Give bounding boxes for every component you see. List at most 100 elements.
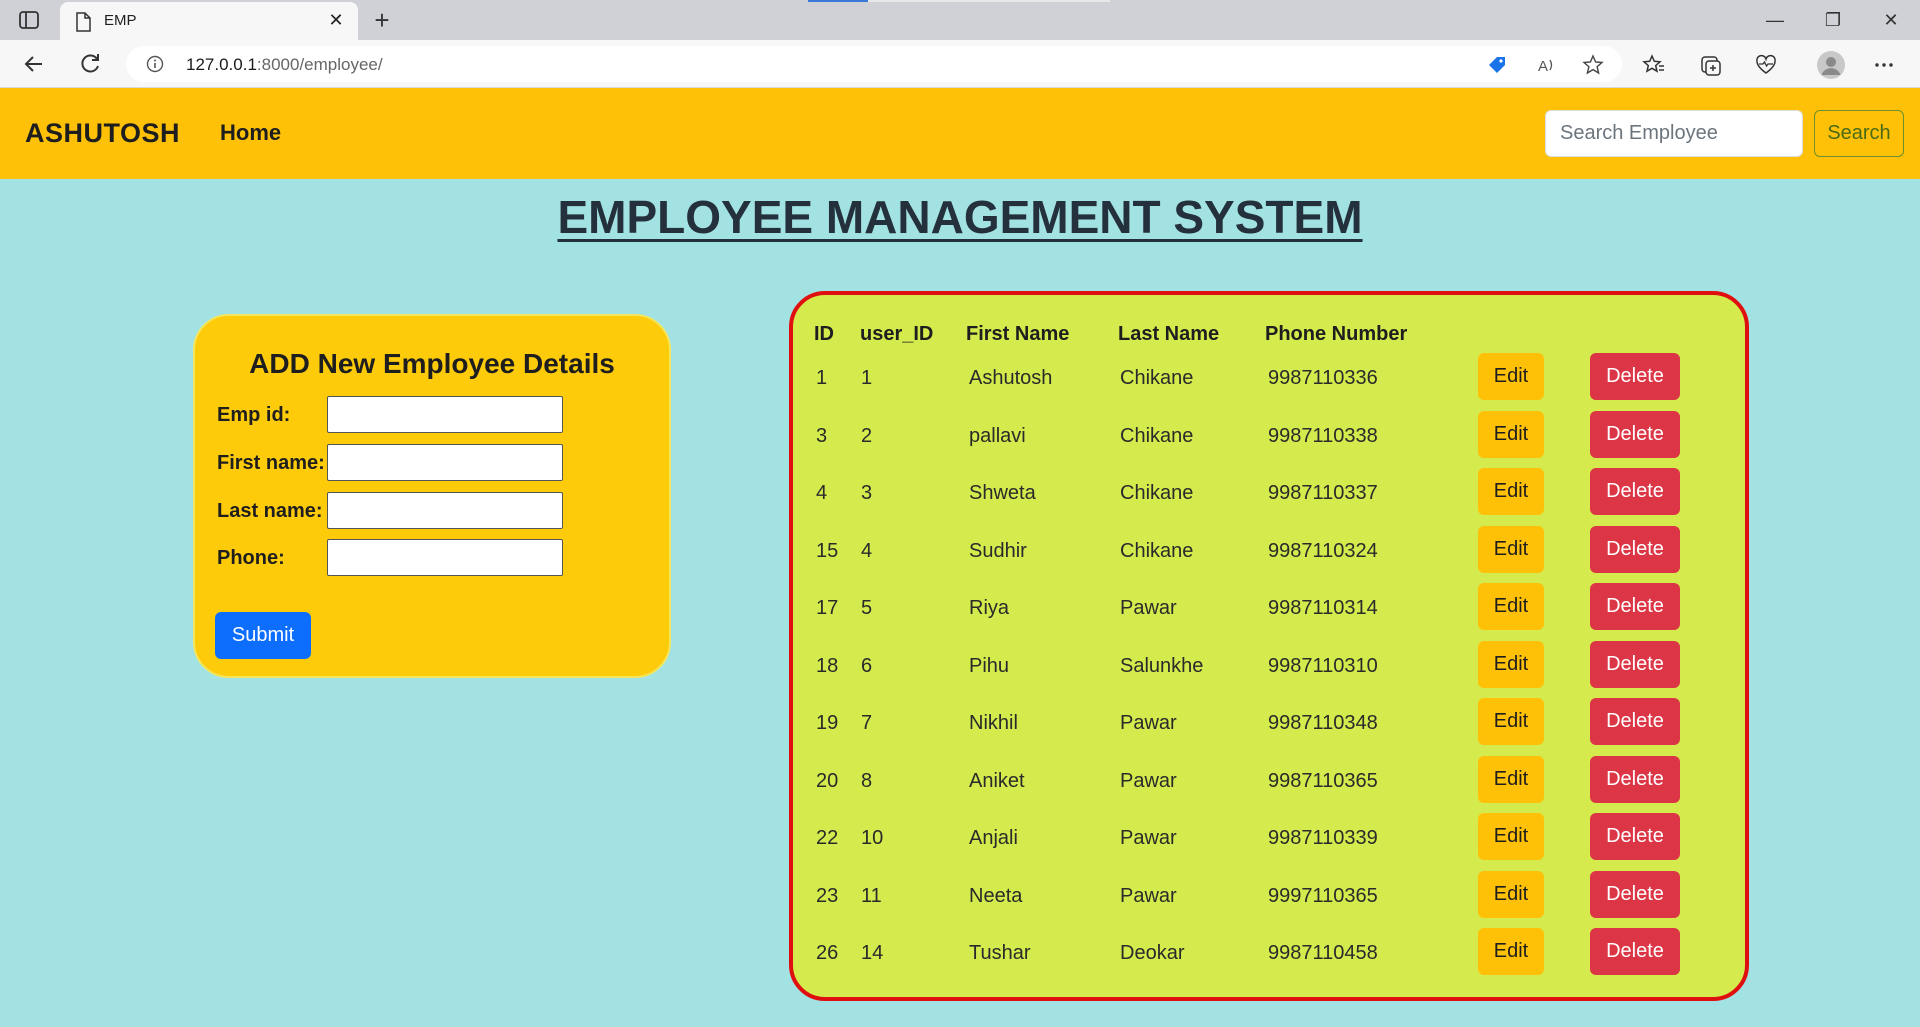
cell-user-id: 14 (861, 942, 884, 964)
delete-button[interactable]: Delete (1590, 870, 1680, 918)
edit-button[interactable]: Edit (1478, 755, 1544, 803)
delete-button[interactable]: Delete (1590, 525, 1680, 573)
minimize-icon[interactable]: — (1760, 6, 1790, 34)
address-bar[interactable]: 127.0.0.1:8000/employee/ A (126, 46, 1622, 82)
edit-button[interactable]: Edit (1478, 353, 1544, 400)
cell-phone: 9997110365 (1268, 884, 1378, 907)
brand-logo-text[interactable]: ASHUTOSH (25, 118, 180, 149)
edit-button[interactable]: Edit (1478, 813, 1544, 860)
delete-button[interactable]: Delete (1590, 640, 1680, 688)
delete-button[interactable]: Delete (1590, 755, 1680, 803)
cell-user-id: 6 (861, 654, 873, 677)
employee-table: ID user_ID First Name Last Name Phone Nu… (789, 291, 1749, 1001)
edit-button[interactable]: Edit (1478, 928, 1544, 975)
close-window-icon[interactable]: ✕ (1876, 6, 1906, 34)
cell-first-name: pallavi (969, 424, 1026, 447)
table-row: 15 4 Sudhir Chikane 9987110324 Edit Delete (793, 525, 1745, 583)
cell-user-id: 7 (861, 712, 873, 734)
edit-button[interactable]: Edit (1478, 698, 1544, 745)
add-employee-form: ADD New Employee Details Emp id: First n… (193, 314, 671, 678)
cell-phone: 9987110337 (1268, 482, 1378, 504)
cell-user-id: 4 (861, 539, 873, 562)
add-favorite-icon[interactable] (1582, 54, 1604, 76)
cell-first-name: Shweta (969, 482, 1036, 504)
header-last-name: Last Name (1118, 323, 1220, 345)
cell-id: 26 (816, 942, 839, 964)
shopping-tag-icon[interactable] (1486, 54, 1508, 76)
tab-actions-icon[interactable] (18, 9, 40, 31)
cell-id: 15 (816, 539, 839, 562)
cell-user-id: 5 (861, 597, 873, 619)
emp-id-label: Emp id: (217, 404, 291, 426)
edit-button[interactable]: Edit (1478, 583, 1544, 630)
new-tab-icon[interactable]: + (368, 6, 396, 34)
submit-button[interactable]: Submit (215, 612, 311, 659)
profile-avatar-icon[interactable] (1816, 50, 1846, 80)
cell-last-name: Chikane (1120, 539, 1194, 562)
cell-phone: 9987110324 (1268, 539, 1378, 562)
site-info-icon[interactable] (146, 55, 164, 73)
delete-button[interactable]: Delete (1590, 468, 1680, 515)
cell-last-name: Pawar (1120, 769, 1177, 792)
delete-button[interactable]: Delete (1590, 698, 1680, 745)
edit-button[interactable]: Edit (1478, 870, 1544, 918)
edit-button[interactable]: Edit (1478, 468, 1544, 515)
cell-id: 23 (816, 884, 839, 907)
search-input[interactable] (1545, 110, 1803, 157)
cell-first-name: Aniket (969, 769, 1025, 792)
cell-last-name: Pawar (1120, 712, 1177, 734)
tab-indicator (808, 0, 868, 2)
edit-button[interactable]: Edit (1478, 410, 1544, 458)
edit-button[interactable]: Edit (1478, 640, 1544, 688)
form-title: ADD New Employee Details (249, 348, 615, 379)
favorites-icon[interactable] (1642, 53, 1666, 77)
page-title: EMPLOYEE MANAGEMENT SYSTEM (557, 191, 1363, 243)
browser-tab[interactable]: EMP ✕ (60, 2, 358, 40)
cell-last-name: Chikane (1120, 367, 1194, 389)
delete-button[interactable]: Delete (1590, 583, 1680, 630)
cell-id: 22 (816, 827, 839, 849)
cell-user-id: 8 (861, 769, 873, 792)
header-first-name: First Name (966, 323, 1070, 345)
cell-phone: 9987110338 (1268, 424, 1378, 447)
cell-phone: 9987110458 (1268, 942, 1378, 964)
first-name-field[interactable] (327, 444, 563, 481)
delete-button[interactable]: Delete (1590, 353, 1680, 400)
search-button[interactable]: Search (1814, 110, 1904, 157)
more-menu-icon[interactable] (1872, 53, 1896, 77)
delete-button[interactable]: Delete (1590, 410, 1680, 458)
close-tab-icon[interactable]: ✕ (326, 10, 346, 30)
phone-field[interactable] (327, 539, 563, 576)
cell-id: 4 (816, 482, 828, 504)
cell-first-name: Anjali (969, 827, 1018, 849)
header-phone-number: Phone Number (1265, 323, 1408, 345)
restore-icon[interactable]: ❐ (1818, 6, 1848, 34)
cell-id: 20 (816, 769, 839, 792)
table-row: 1 1 Ashutosh Chikane 9987110336 Edit Delete (793, 353, 1745, 410)
delete-button[interactable]: Delete (1590, 928, 1680, 975)
page-icon (74, 12, 92, 32)
edit-button[interactable]: Edit (1478, 525, 1544, 573)
last-name-field[interactable] (327, 492, 563, 529)
collections-icon[interactable] (1698, 53, 1722, 77)
nav-home-link[interactable]: Home (220, 120, 281, 146)
cell-last-name: Deokar (1120, 942, 1185, 964)
back-icon[interactable] (20, 50, 48, 78)
cell-user-id: 1 (861, 367, 873, 389)
emp-id-field[interactable] (327, 396, 563, 433)
phone-label: Phone: (217, 547, 285, 569)
cell-first-name: Tushar (969, 942, 1031, 964)
cell-first-name: Neeta (969, 884, 1023, 907)
header-user-id: user_ID (860, 323, 934, 345)
cell-last-name: Pawar (1120, 827, 1177, 849)
delete-button[interactable]: Delete (1590, 813, 1680, 860)
cell-phone: 9987110339 (1268, 827, 1378, 849)
cell-phone: 9987110310 (1268, 654, 1378, 677)
cell-id: 19 (816, 712, 839, 734)
cell-last-name: Pawar (1120, 597, 1177, 619)
refresh-icon[interactable] (76, 50, 104, 78)
cell-first-name: Pihu (969, 654, 1010, 677)
read-aloud-icon[interactable]: A (1536, 54, 1558, 76)
cell-last-name: Salunkhe (1120, 654, 1204, 677)
health-heart-icon[interactable] (1754, 53, 1778, 77)
